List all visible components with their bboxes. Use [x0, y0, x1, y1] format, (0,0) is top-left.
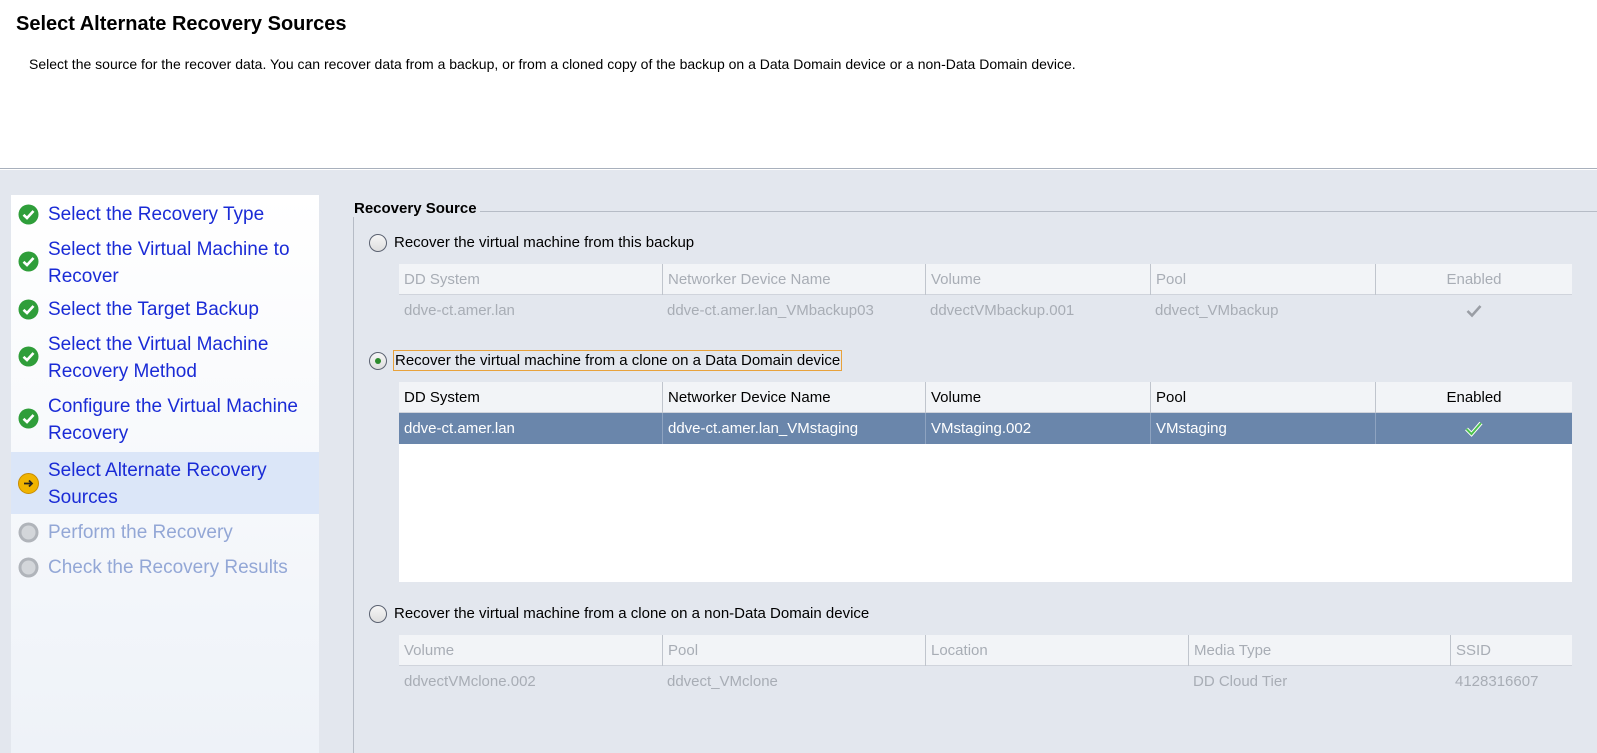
- table-header: DD System Networker Device Name Volume P…: [399, 264, 1572, 295]
- cell-volume: ddvectVMclone.002: [404, 673, 536, 690]
- column-header[interactable]: Volume: [925, 382, 1150, 413]
- cell-pool: ddvect_VMclone: [667, 673, 778, 690]
- radio-from-dd-clone[interactable]: [369, 351, 387, 370]
- cell-volume[interactable]: VMstaging.002: [925, 413, 1150, 444]
- step-perform-recovery: Perform the Recovery: [11, 518, 319, 548]
- step-label: Check the Recovery Results: [48, 557, 288, 578]
- arrow-circle-icon: [18, 473, 39, 494]
- option-from-backup[interactable]: Recover the virtual machine from this ba…: [369, 233, 695, 252]
- option-label[interactable]: Recover the virtual machine from a clone…: [393, 350, 843, 371]
- check-circle-icon: [18, 251, 39, 272]
- cell-volume: ddvectVMbackup.001: [930, 302, 1075, 319]
- option-from-dd-clone[interactable]: Recover the virtual machine from a clone…: [369, 350, 843, 371]
- step-check-results: Check the Recovery Results: [11, 553, 319, 583]
- column-header[interactable]: DD System: [399, 382, 662, 413]
- step-label[interactable]: Select the Target Backup: [48, 296, 313, 323]
- column-header[interactable]: Enabled: [1375, 382, 1572, 413]
- step-label[interactable]: Configure the Virtual Machine Recovery: [48, 393, 313, 447]
- check-circle-icon: [18, 408, 39, 429]
- cell-device-name[interactable]: ddve-ct.amer.lan_VMstaging: [662, 413, 925, 444]
- wizard-body: Select the Recovery Type Select the Virt…: [0, 170, 1597, 753]
- option-label[interactable]: Recover the virtual machine from this ba…: [393, 233, 695, 252]
- step-label[interactable]: Select the Recovery Type: [48, 201, 313, 228]
- step-select-recovery-method[interactable]: Select the Virtual Machine Recovery Meth…: [11, 330, 319, 386]
- page-title: Select Alternate Recovery Sources: [16, 13, 347, 35]
- non-dd-clone-table: Volume Pool Location Media Type SSID ddv…: [399, 635, 1572, 697]
- step-label[interactable]: Select the Virtual Machine to Recover: [48, 236, 313, 290]
- table-row[interactable]: ddve-ct.amer.lan ddve-ct.amer.lan_VMstag…: [399, 413, 1572, 444]
- backup-table: DD System Networker Device Name Volume P…: [399, 264, 1572, 326]
- radio-from-non-dd-clone[interactable]: [369, 604, 387, 623]
- table-row: ddvectVMclone.002 ddvect_VMclone DD Clou…: [399, 666, 1572, 697]
- cell-location: [925, 666, 1188, 697]
- cell-device-name: ddve-ct.amer.lan_VMbackup03: [667, 302, 874, 319]
- check-circle-icon: [18, 346, 39, 367]
- step-configure-recovery[interactable]: Configure the Virtual Machine Recovery: [11, 392, 319, 448]
- checkmark-icon[interactable]: [1375, 413, 1572, 444]
- page-header: Select Alternate Recovery Sources Select…: [0, 0, 1597, 169]
- wizard-steps-sidebar: Select the Recovery Type Select the Virt…: [11, 195, 319, 753]
- step-select-recovery-type[interactable]: Select the Recovery Type: [11, 200, 319, 230]
- column-header: Networker Device Name: [662, 264, 925, 295]
- table-row: ddve-ct.amer.lan ddve-ct.amer.lan_VMback…: [399, 295, 1572, 326]
- option-label[interactable]: Recover the virtual machine from a clone…: [393, 604, 870, 623]
- column-header: SSID: [1450, 635, 1572, 666]
- pending-circle-icon: [18, 522, 39, 543]
- column-header[interactable]: Networker Device Name: [662, 382, 925, 413]
- cell-dd-system[interactable]: ddve-ct.amer.lan: [399, 413, 662, 444]
- cell-ssid: 4128316607: [1455, 673, 1539, 690]
- column-header[interactable]: Pool: [1150, 382, 1375, 413]
- step-label[interactable]: Select Alternate Recovery Sources: [48, 457, 313, 511]
- step-select-vm[interactable]: Select the Virtual Machine to Recover: [11, 235, 319, 291]
- recovery-source-legend: Recovery Source: [352, 200, 480, 217]
- table-header: Volume Pool Location Media Type SSID: [399, 635, 1572, 666]
- column-header: DD System: [404, 271, 480, 288]
- step-label: Perform the Recovery: [48, 522, 233, 543]
- option-from-non-dd-clone[interactable]: Recover the virtual machine from a clone…: [369, 604, 870, 623]
- cell-pool: ddvect_VMbackup: [1155, 302, 1279, 319]
- column-header: Location: [925, 635, 1188, 666]
- table-empty-area: [399, 444, 1572, 582]
- table-header: DD System Networker Device Name Volume P…: [399, 382, 1572, 413]
- cell-pool[interactable]: VMstaging: [1150, 413, 1375, 444]
- cell-media-type: DD Cloud Tier: [1193, 673, 1288, 690]
- column-header: Media Type: [1188, 635, 1450, 666]
- pending-circle-icon: [18, 557, 39, 578]
- checkmark-icon: [1375, 295, 1572, 326]
- step-select-alternate-sources[interactable]: Select Alternate Recovery Sources: [11, 452, 319, 514]
- step-select-target-backup[interactable]: Select the Target Backup: [11, 295, 319, 325]
- column-header: Enabled: [1375, 264, 1572, 295]
- cell-dd-system: ddve-ct.amer.lan: [404, 302, 515, 319]
- radio-from-backup[interactable]: [369, 233, 387, 252]
- step-label[interactable]: Select the Virtual Machine Recovery Meth…: [48, 331, 313, 385]
- page-description: Select the source for the recover data. …: [29, 56, 1076, 72]
- dd-clone-table[interactable]: DD System Networker Device Name Volume P…: [399, 382, 1572, 582]
- check-circle-icon: [18, 204, 39, 225]
- check-circle-icon: [18, 299, 39, 320]
- column-header: Volume: [404, 642, 455, 659]
- column-header: Pool: [662, 635, 925, 666]
- column-header: Pool: [1150, 264, 1375, 295]
- column-header: Volume: [925, 264, 1150, 295]
